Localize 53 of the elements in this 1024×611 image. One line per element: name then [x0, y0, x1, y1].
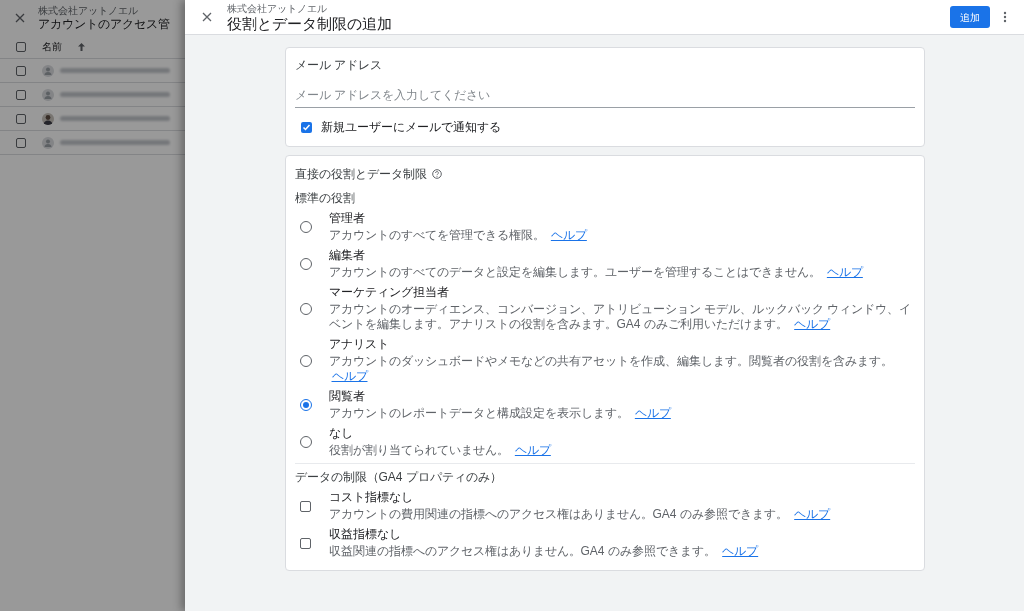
option-description: アカウントのオーディエンス、コンバージョン、アトリビューション モデル、ルックバック ウィンドウ、イベントを編集します。アナリストの役割を含みます。GA4 のみご利用いただけます。 ヘルプ — [328, 302, 913, 332]
option-description: アカウントのすべてを管理できる権限。 ヘルプ — [328, 228, 587, 243]
person-avatar-icon — [42, 112, 54, 125]
help-icon[interactable] — [431, 169, 442, 179]
option-title: 収益指標なし — [328, 527, 402, 542]
help-link[interactable]: ヘルプ — [550, 228, 587, 242]
help-link[interactable]: ヘルプ — [794, 317, 831, 331]
avatar-icon — [42, 136, 54, 149]
close-button[interactable] — [14, 11, 26, 24]
checkbox[interactable] — [16, 137, 26, 148]
checkbox[interactable] — [299, 500, 311, 512]
avatar-icon — [42, 64, 54, 77]
option-description: アカウントのレポートデータと構成設定を表示します。 ヘルプ — [328, 406, 671, 421]
email-field[interactable]: メール アドレスを入力してください — [294, 86, 915, 108]
dialog-subtitle: 株式会社アットノエル — [227, 3, 328, 14]
checkbox[interactable] — [299, 537, 311, 549]
column-header[interactable]: 名前 — [42, 39, 62, 54]
more-icon[interactable] — [1002, 11, 1008, 23]
page-title: アカウントのアクセス管 — [38, 17, 170, 30]
avatar-icon — [42, 88, 54, 101]
option-title: 編集者 — [328, 248, 366, 263]
help-link[interactable]: ヘルプ — [514, 443, 551, 457]
section-label: 標準の役割 — [294, 190, 356, 207]
add-button[interactable]: 追加 — [950, 6, 990, 28]
option-title: アナリスト — [328, 337, 390, 352]
option-description: アカウントのダッシュボードやメモなどの共有アセットを作成、編集します。閲覧者の役割を含みます。 ヘルプ — [328, 354, 894, 384]
option-title: 閲覧者 — [328, 389, 366, 404]
sort-arrow-icon — [78, 42, 85, 51]
card-title: 直接の役割とデータ制限 — [294, 166, 427, 183]
option-title: なし — [328, 426, 354, 441]
option-title: コスト指標なし — [328, 490, 414, 505]
option-description: アカウントの費用関連の指標へのアクセス権はありません。GA4 のみ参照できます。 ヘルプ — [328, 507, 831, 522]
checkbox[interactable] — [16, 113, 26, 124]
option-description: 収益関連の指標へのアクセス権はありません。GA4 のみ参照できます。 ヘルプ — [328, 544, 759, 559]
dialog-title: 役割とデータ制限の追加 — [227, 15, 392, 31]
option-title: マーケティング担当者 — [328, 285, 450, 300]
card-title: メール アドレス — [294, 57, 383, 74]
help-link[interactable]: ヘルプ — [331, 369, 368, 383]
checkbox[interactable] — [16, 41, 26, 52]
help-link[interactable]: ヘルプ — [634, 406, 671, 420]
close-button[interactable] — [201, 11, 213, 23]
checkbox[interactable] — [16, 89, 26, 100]
section-label: データの制限（GA4 プロパティのみ） — [294, 469, 503, 486]
checkbox-label: 新規ユーザーにメールで通知する — [320, 119, 501, 136]
option-title: 管理者 — [328, 211, 366, 226]
help-link[interactable]: ヘルプ — [826, 265, 863, 279]
option-description: 役割が割り当てられていません。 ヘルプ — [328, 443, 551, 458]
checkbox[interactable] — [300, 121, 312, 133]
option-description: アカウントのすべてのデータと設定を編集します。ユーザーを管理することはできません。 ヘルプ — [328, 265, 863, 280]
page-subtitle: 株式会社アットノエル — [38, 5, 139, 16]
help-link[interactable]: ヘルプ — [722, 544, 759, 558]
checkbox[interactable] — [16, 65, 26, 76]
help-link[interactable]: ヘルプ — [794, 507, 831, 521]
